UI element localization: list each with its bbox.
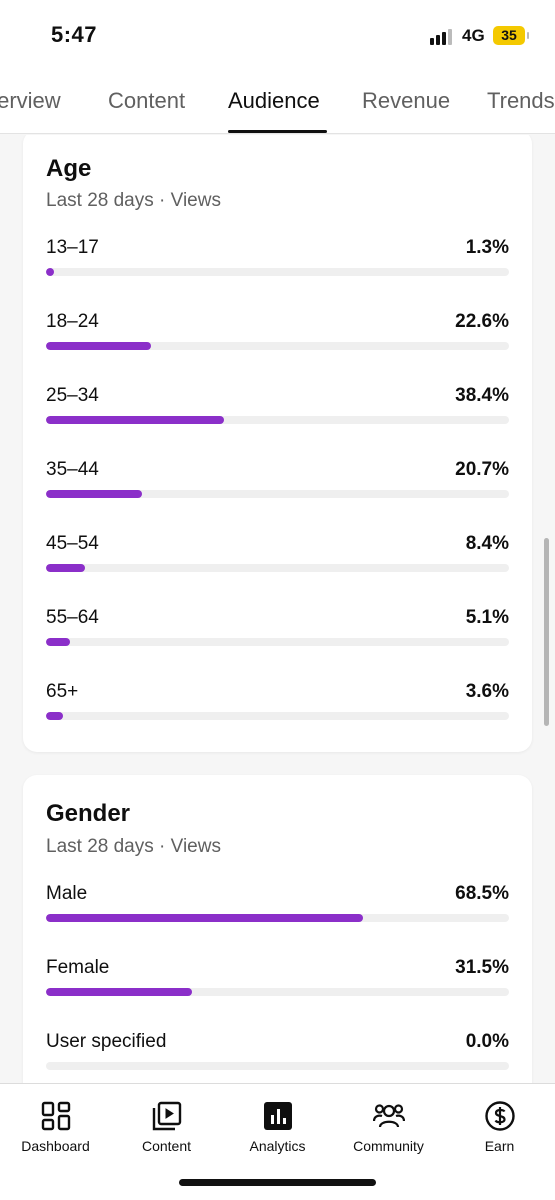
signal-icon [430, 27, 456, 45]
gender-row-track [46, 914, 509, 922]
gender-card: Gender Last 28 days · Views Male 68.5% F… [23, 775, 532, 1083]
age-row-track [46, 416, 509, 424]
age-row: 55–64 5.1% [46, 607, 509, 647]
gender-row-track [46, 988, 509, 996]
age-row-value: 8.4% [465, 533, 509, 554]
tab-revenue[interactable]: Revenue [362, 88, 450, 114]
audience-content[interactable]: Age Last 28 days · Views 13–17 1.3% 18–2… [0, 135, 555, 1083]
network-label: 4G [462, 26, 485, 45]
content-icon [152, 1101, 182, 1131]
community-icon [373, 1104, 405, 1128]
gender-row-track [46, 1062, 509, 1070]
gender-row-value: 0.0% [465, 1031, 509, 1052]
age-row-track [46, 564, 509, 572]
nav-label: Dashboard [21, 1138, 90, 1154]
age-title: Age [46, 155, 92, 182]
gender-row: Female 31.5% [46, 957, 509, 997]
gender-row-fill [46, 988, 192, 996]
battery-icon: 35 [493, 26, 529, 45]
gender-subtitle: Last 28 days · Views [46, 836, 221, 857]
age-row-track [46, 638, 509, 646]
age-row: 18–24 22.6% [46, 311, 509, 351]
age-row-track [46, 342, 509, 350]
gender-row-value: 68.5% [455, 883, 509, 904]
gender-row-label: User specified [46, 1031, 167, 1052]
age-row-label: 25–34 [46, 385, 99, 406]
age-row-fill [46, 712, 63, 720]
tab-bar: Overview Content Audience Revenue Trends [0, 70, 555, 134]
nav-label: Analytics [249, 1138, 306, 1154]
active-tab-indicator [228, 130, 327, 133]
age-row-fill [46, 268, 54, 276]
age-row-value: 5.1% [465, 607, 509, 628]
age-row: 65+ 3.6% [46, 681, 509, 721]
nav-dashboard[interactable]: Dashboard [0, 1092, 111, 1156]
tab-audience[interactable]: Audience [228, 88, 320, 114]
dashboard-icon [41, 1101, 71, 1131]
age-row-label: 18–24 [46, 311, 99, 332]
nav-earn[interactable]: Earn [444, 1092, 555, 1156]
age-row-fill [46, 564, 85, 572]
age-row-value: 22.6% [455, 311, 509, 332]
tab-trends[interactable]: Trends [487, 88, 555, 114]
age-row-value: 3.6% [465, 681, 509, 702]
status-bar: 5:47 4G 35 [0, 0, 555, 70]
gender-row-value: 31.5% [455, 957, 509, 978]
nav-content[interactable]: Content [111, 1092, 222, 1156]
age-row-fill [46, 490, 142, 498]
scrollbar[interactable] [544, 538, 549, 726]
nav-label: Content [141, 1138, 192, 1154]
gender-row-fill [46, 914, 364, 922]
age-row-value: 1.3% [465, 237, 509, 258]
age-row-label: 45–54 [46, 533, 99, 554]
tab-content[interactable]: Content [108, 88, 185, 114]
age-row-track [46, 490, 509, 498]
age-row: 35–44 20.7% [46, 459, 509, 499]
analytics-icon [264, 1102, 292, 1130]
age-row-track [46, 268, 509, 276]
gender-title: Gender [46, 800, 131, 827]
age-row: 13–17 1.3% [46, 237, 509, 277]
age-row-label: 55–64 [46, 607, 99, 628]
age-row-track [46, 712, 509, 720]
age-row-fill [46, 638, 70, 646]
age-row-fill [46, 416, 224, 424]
age-row-label: 35–44 [46, 459, 99, 480]
age-row-value: 20.7% [455, 459, 509, 480]
age-row-label: 65+ [46, 681, 79, 702]
earn-icon [485, 1101, 515, 1131]
nav-label: Earn [484, 1138, 515, 1154]
home-indicator[interactable] [179, 1179, 376, 1186]
age-row: 45–54 8.4% [46, 533, 509, 573]
gender-row-label: Male [46, 883, 88, 904]
age-row-label: 13–17 [46, 237, 99, 258]
status-time: 5:47 [51, 22, 98, 47]
age-row-value: 38.4% [455, 385, 509, 406]
tab-overview[interactable]: Overview [0, 88, 61, 114]
age-subtitle: Last 28 days · Views [46, 190, 221, 211]
age-row: 25–34 38.4% [46, 385, 509, 425]
age-row-fill [46, 342, 151, 350]
gender-row-label: Female [46, 957, 110, 978]
nav-community[interactable]: Community [333, 1092, 444, 1156]
gender-row: Male 68.5% [46, 883, 509, 923]
gender-row: User specified 0.0% [46, 1031, 509, 1071]
age-card: Age Last 28 days · Views 13–17 1.3% 18–2… [23, 135, 532, 752]
nav-analytics[interactable]: Analytics [222, 1092, 333, 1156]
nav-label: Community [353, 1138, 424, 1154]
